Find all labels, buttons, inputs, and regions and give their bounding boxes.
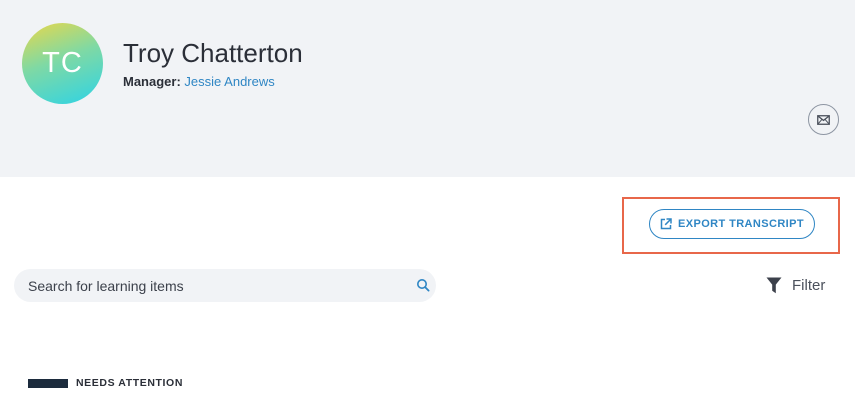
avatar: TC [22,23,103,104]
manager-line: Manager: Jessie Andrews [123,74,275,89]
filter-button[interactable]: Filter [766,277,825,294]
section-heading: NEEDS ATTENTION [28,377,183,389]
filter-label: Filter [792,277,826,294]
manager-label: Manager: [123,74,181,89]
email-button[interactable] [808,104,839,135]
search-bar [14,269,436,302]
section-title: NEEDS ATTENTION [76,377,184,389]
avatar-initials: TC [42,47,83,79]
profile-header: TC Troy Chatterton Manager: Jessie Andre… [0,0,855,177]
export-transcript-button[interactable]: EXPORT TRANSCRIPT [649,209,815,239]
export-transcript-label: EXPORT TRANSCRIPT [678,218,804,230]
search-input[interactable] [28,269,408,302]
manager-link[interactable]: Jessie Andrews [184,74,274,89]
search-icon[interactable] [416,278,430,292]
external-link-icon [660,218,672,230]
mail-icon [817,114,830,125]
section-bar [28,378,68,388]
funnel-icon [766,277,782,294]
profile-name: Troy Chatterton [123,38,303,68]
